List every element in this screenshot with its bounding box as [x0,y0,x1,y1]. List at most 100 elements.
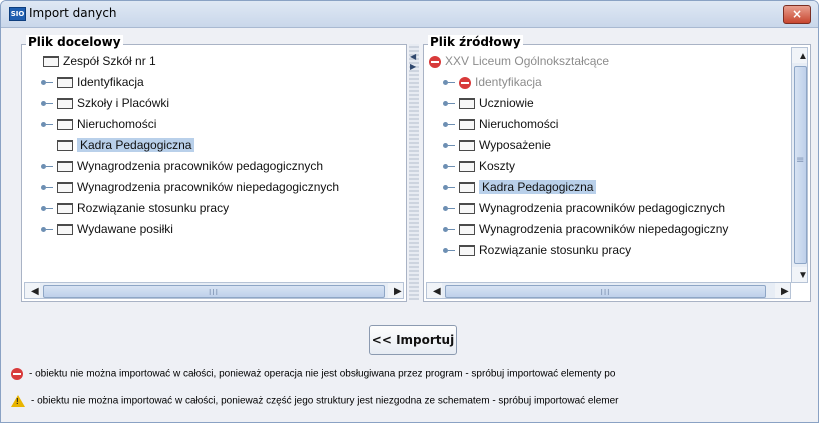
collapse-right-arrow-icon[interactable]: ▶ [410,62,416,71]
tree-item-label: Wynagrodzenia pracowników niepedagogiczn… [77,180,340,194]
tree-item-label: Wynagrodzenia pracowników pedagogicznych [77,159,324,173]
target-file-panel: Plik docelowy Zespół Szkół nr 1 Identyfi… [21,35,407,302]
folder-icon [459,203,475,215]
grip-icon: III [208,288,220,297]
folder-icon [57,182,73,194]
tree-item[interactable]: Wynagrodzenia pracowników pedagogicznych [27,156,401,177]
tree-item[interactable]: Nieruchomości [429,114,792,135]
target-horizontal-scrollbar[interactable]: ◀ III ▶ [24,282,404,299]
tree-item-label: Wydawane posiłki [77,222,173,236]
folder-icon [459,119,475,131]
tree-item[interactable]: Wynagrodzenia pracowników niepedagogiczn… [27,177,401,198]
folder-icon [459,140,475,152]
folder-icon [459,182,475,194]
tree-item-label: Kadra Pedagogiczna [479,180,597,194]
split-pane-divider[interactable]: ◀ ▶ [409,44,419,300]
scroll-left-button[interactable]: ◀ [25,283,40,298]
warning-icon [11,395,25,407]
expand-handle-icon[interactable] [443,205,455,213]
tree-item-label: Wyposażenie [479,138,551,152]
expand-handle-icon[interactable] [443,100,455,108]
expand-handle-icon[interactable] [443,163,455,171]
tree-item-label: XXV Liceum Ogólnokształcące [445,54,610,68]
scroll-right-button[interactable]: ▶ [775,283,790,298]
scroll-thumb[interactable]: ≡ [794,66,807,264]
tree-item[interactable]: Wydawane posiłki [27,219,401,240]
tree-item-label: Szkoły i Placówki [77,96,170,110]
import-button[interactable]: << Importuj [369,325,457,355]
tree-item[interactable]: Rozwiązanie stosunku pracy [429,240,792,261]
tree-item[interactable]: Identyfikacja [429,72,792,93]
scroll-thumb[interactable]: III [445,285,766,298]
folder-icon [57,203,73,215]
tree-item[interactable]: Koszty [429,156,792,177]
folder-icon [459,224,475,236]
expand-handle-icon[interactable] [443,142,455,150]
folder-icon [459,245,475,257]
target-tree: Zespół Szkół nr 1 Identyfikacja Szkoły i… [27,51,401,270]
tree-item-label: Rozwiązanie stosunku pracy [77,201,230,215]
expand-handle-icon[interactable] [41,226,53,234]
close-button[interactable]: × [783,5,811,24]
folder-icon [57,224,73,236]
tree-item-label: Wynagrodzenia pracowników pedagogicznych [479,201,726,215]
source-vertical-scrollbar[interactable]: ▲ ≡ ▼ [791,47,808,283]
tree-item-label: Identyfikacja [77,75,144,89]
tree-item[interactable]: Nieruchomości [27,114,401,135]
expand-handle-icon[interactable] [41,205,53,213]
expand-handle-icon[interactable] [443,247,455,255]
source-file-panel: Plik źródłowy XXV Liceum Ogólnokształcąc… [423,35,811,302]
source-horizontal-scrollbar[interactable]: ◀ III ▶ [426,282,791,299]
tree-item[interactable]: Identyfikacja [27,72,401,93]
ban-icon [11,368,23,380]
folder-icon [57,119,73,131]
tree-item[interactable]: Szkoły i Placówki [27,93,401,114]
expand-handle-icon[interactable] [41,163,53,171]
sio-app-icon: SIO [9,7,26,21]
expand-handle-icon[interactable] [41,79,53,87]
ban-icon [459,76,471,89]
grip-icon: ≡ [796,155,805,167]
tree-item-root[interactable]: XXV Liceum Ogólnokształcące [429,51,792,72]
window-title: Import danych [29,6,117,20]
tree-item[interactable]: Wyposażenie [429,135,792,156]
note-text: - obiektu nie można importować w całości… [29,368,616,380]
tree-item[interactable]: Wynagrodzenia pracowników niepedagogiczn… [429,219,792,240]
tree-item-label: Kadra Pedagogiczna [77,138,195,152]
scroll-thumb[interactable]: III [43,285,385,298]
tree-item[interactable]: Wynagrodzenia pracowników pedagogicznych [429,198,792,219]
expand-handle-icon[interactable] [443,184,455,192]
tree-item-label: Uczniowie [479,96,534,110]
tree-item-label: Zespół Szkół nr 1 [63,54,156,68]
scroll-right-button[interactable]: ▶ [388,283,403,298]
expand-handle-icon[interactable] [443,79,455,87]
ban-icon [429,55,441,68]
tree-item-label: Rozwiązanie stosunku pracy [479,243,632,257]
target-panel-title: Plik docelowy [26,35,123,49]
collapse-left-arrow-icon[interactable]: ◀ [410,52,416,61]
expand-handle-icon[interactable] [41,121,53,129]
folder-icon [57,161,73,173]
tree-item-label: Nieruchomości [77,117,157,131]
expand-handle-icon[interactable] [41,100,53,108]
source-tree: XXV Liceum Ogólnokształcące Identyfikacj… [429,51,792,270]
tree-item-selected[interactable]: Kadra Pedagogiczna [429,177,792,198]
tree-item[interactable]: Rozwiązanie stosunku pracy [27,198,401,219]
expand-handle-icon[interactable] [443,121,455,129]
tree-item[interactable]: Uczniowie [429,93,792,114]
scroll-left-button[interactable]: ◀ [427,283,442,298]
folder-icon [57,77,73,89]
expand-handle-icon[interactable] [41,184,53,192]
scroll-down-button[interactable]: ▼ [792,267,808,282]
legend-note-schema-mismatch: - obiektu nie można importować w całości… [11,395,817,407]
folder-icon [57,140,73,152]
expand-handle-icon[interactable] [443,226,455,234]
tree-item-root[interactable]: Zespół Szkół nr 1 [27,51,401,72]
scroll-up-button[interactable]: ▲ [792,48,808,63]
tree-item-selected[interactable]: Kadra Pedagogiczna [27,135,401,156]
tree-item-label: Koszty [479,159,516,173]
folder-icon [43,56,59,68]
title-bar: SIO Import danych × [1,1,818,28]
folder-icon [459,98,475,110]
note-text: - obiektu nie można importować w całości… [31,395,619,407]
